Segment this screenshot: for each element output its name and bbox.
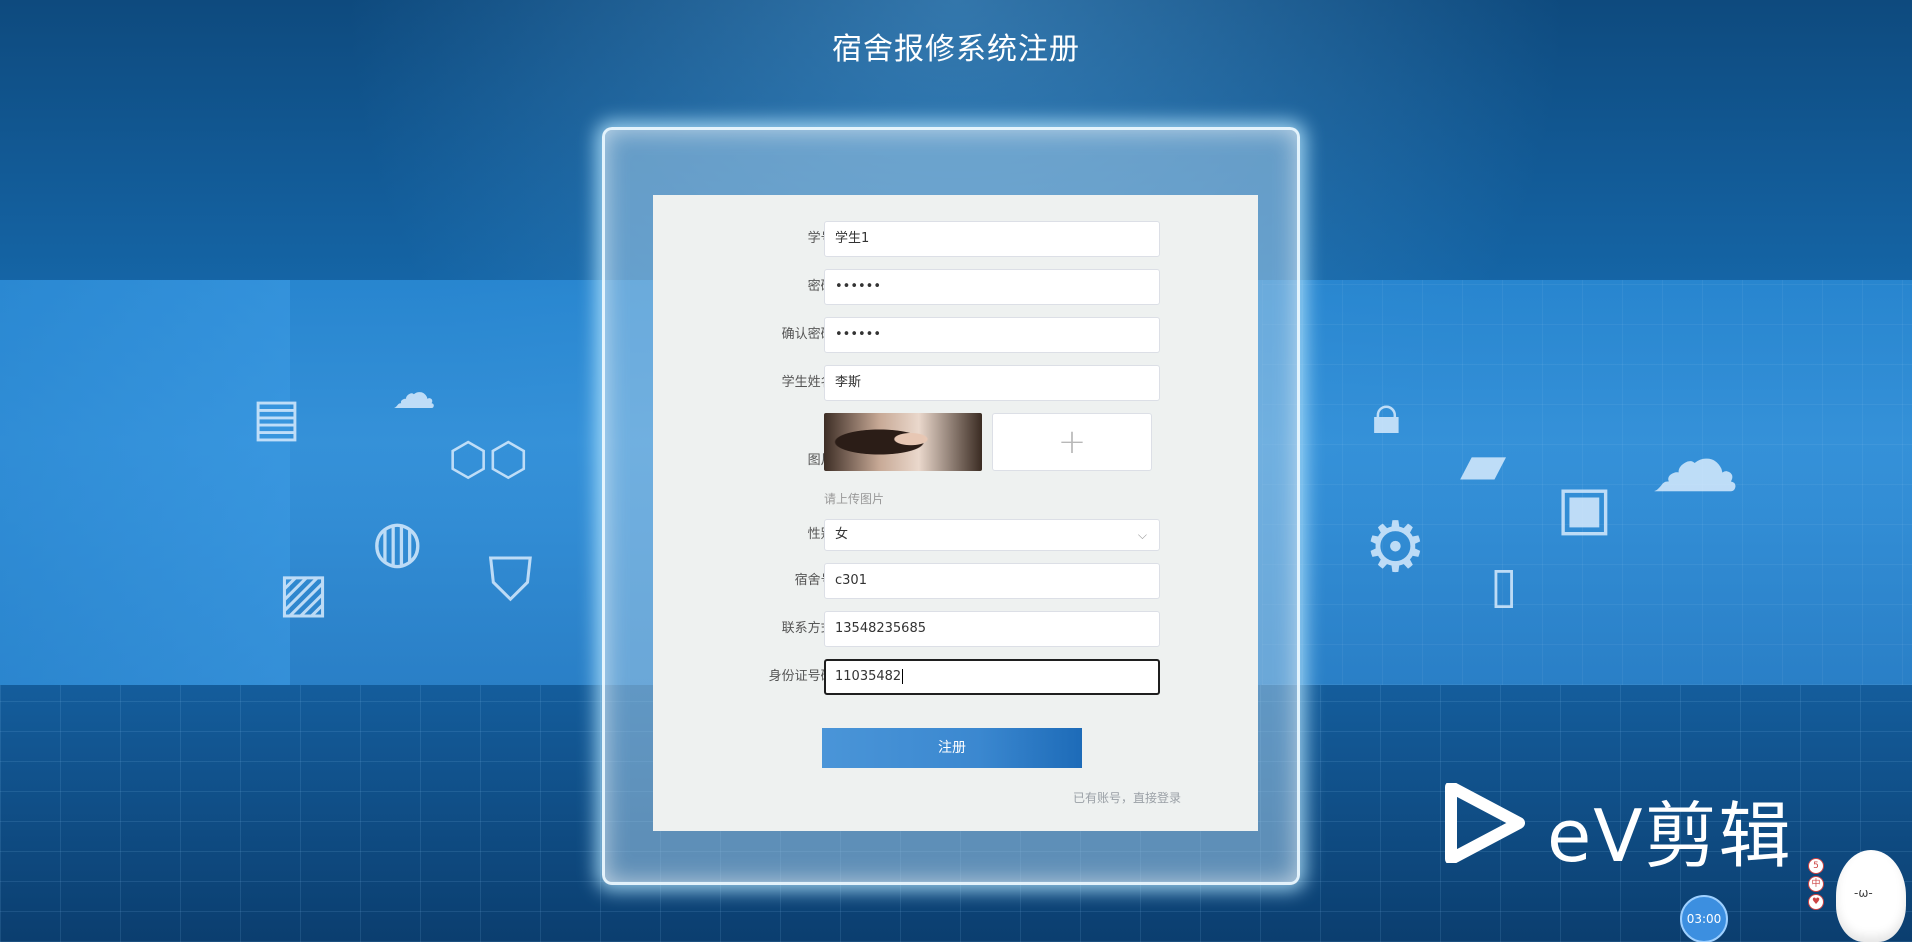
briefcase-icon: ▣: [1556, 473, 1613, 543]
row-student-id: 学号: 学生1: [653, 221, 1258, 257]
gear-icon: ⚙: [1364, 506, 1427, 588]
tool-badges: 5 中 ♥: [1808, 858, 1830, 912]
text-caret: [902, 669, 904, 684]
contact-input[interactable]: 13548235685: [824, 611, 1160, 647]
row-contact: 联系方式: 13548235685: [653, 611, 1258, 647]
gender-select[interactable]: 女 ⌵: [824, 519, 1160, 551]
cloud-upload-icon: ☁: [1650, 408, 1740, 513]
id-number-value: 11035482: [835, 669, 902, 684]
recording-timer[interactable]: 03:00: [1680, 895, 1728, 942]
register-form: 学号: 学生1 密码: •••••• 确认密码: •••••• 学生姓名: 李斯…: [653, 195, 1258, 831]
cloud-lock-icon: ☁: [392, 368, 436, 419]
dorm-number-input[interactable]: c301: [824, 563, 1160, 599]
row-dorm-number: 宿舍号: c301: [653, 563, 1258, 599]
student-name-input[interactable]: 李斯: [824, 365, 1160, 401]
hexagon-network-icon: ⬡⬡: [448, 432, 529, 486]
ev-watermark: eV剪辑: [1445, 783, 1815, 878]
uploaded-photo-thumbnail[interactable]: [824, 413, 982, 471]
tool-badge[interactable]: ♥: [1808, 894, 1824, 910]
mascot-face: -ω-: [1854, 886, 1873, 900]
background-left-panel: [0, 280, 290, 685]
contact-book-icon: ▯: [1490, 556, 1518, 614]
chevron-down-icon: ⌵: [1137, 528, 1147, 542]
server-icon: ▤: [252, 388, 302, 448]
register-button[interactable]: 注册: [822, 728, 1082, 768]
row-gender: 性别: 女 ⌵: [653, 519, 1258, 551]
page-title: 宿舍报修系统注册: [832, 32, 1080, 67]
row-password: 密码: ••••••: [653, 269, 1258, 305]
shield-icon: ⛉: [488, 545, 533, 615]
id-number-input[interactable]: 11035482: [824, 659, 1160, 695]
globe-icon: ◍: [372, 507, 423, 575]
image-frame-icon: ▨: [278, 561, 330, 624]
login-link[interactable]: 已有账号，直接登录: [1073, 789, 1181, 806]
row-id-number: 身份证号码: 11035482: [653, 659, 1258, 695]
password-input[interactable]: ••••••: [824, 269, 1160, 305]
folder-icon: ▰: [1460, 429, 1507, 499]
watermark-brand: eV剪辑: [1547, 794, 1793, 878]
row-picture: 图片: +: [653, 413, 1258, 471]
tool-badge[interactable]: 中: [1808, 876, 1824, 892]
play-logo-icon: [1445, 783, 1525, 863]
mascot-avatar[interactable]: -ω-: [1836, 850, 1906, 942]
tool-badge[interactable]: 5: [1808, 858, 1824, 874]
row-confirm-password: 确认密码: ••••••: [653, 317, 1258, 353]
confirm-password-input[interactable]: ••••••: [824, 317, 1160, 353]
row-student-name: 学生姓名: 李斯: [653, 365, 1258, 401]
student-id-input[interactable]: 学生1: [824, 221, 1160, 257]
gender-value: 女: [835, 527, 849, 542]
upload-hint: 请上传图片: [824, 492, 885, 506]
plus-icon: +: [1057, 422, 1087, 462]
padlock-globe-icon: 🔒︎: [1372, 383, 1401, 446]
upload-button[interactable]: +: [992, 413, 1152, 471]
